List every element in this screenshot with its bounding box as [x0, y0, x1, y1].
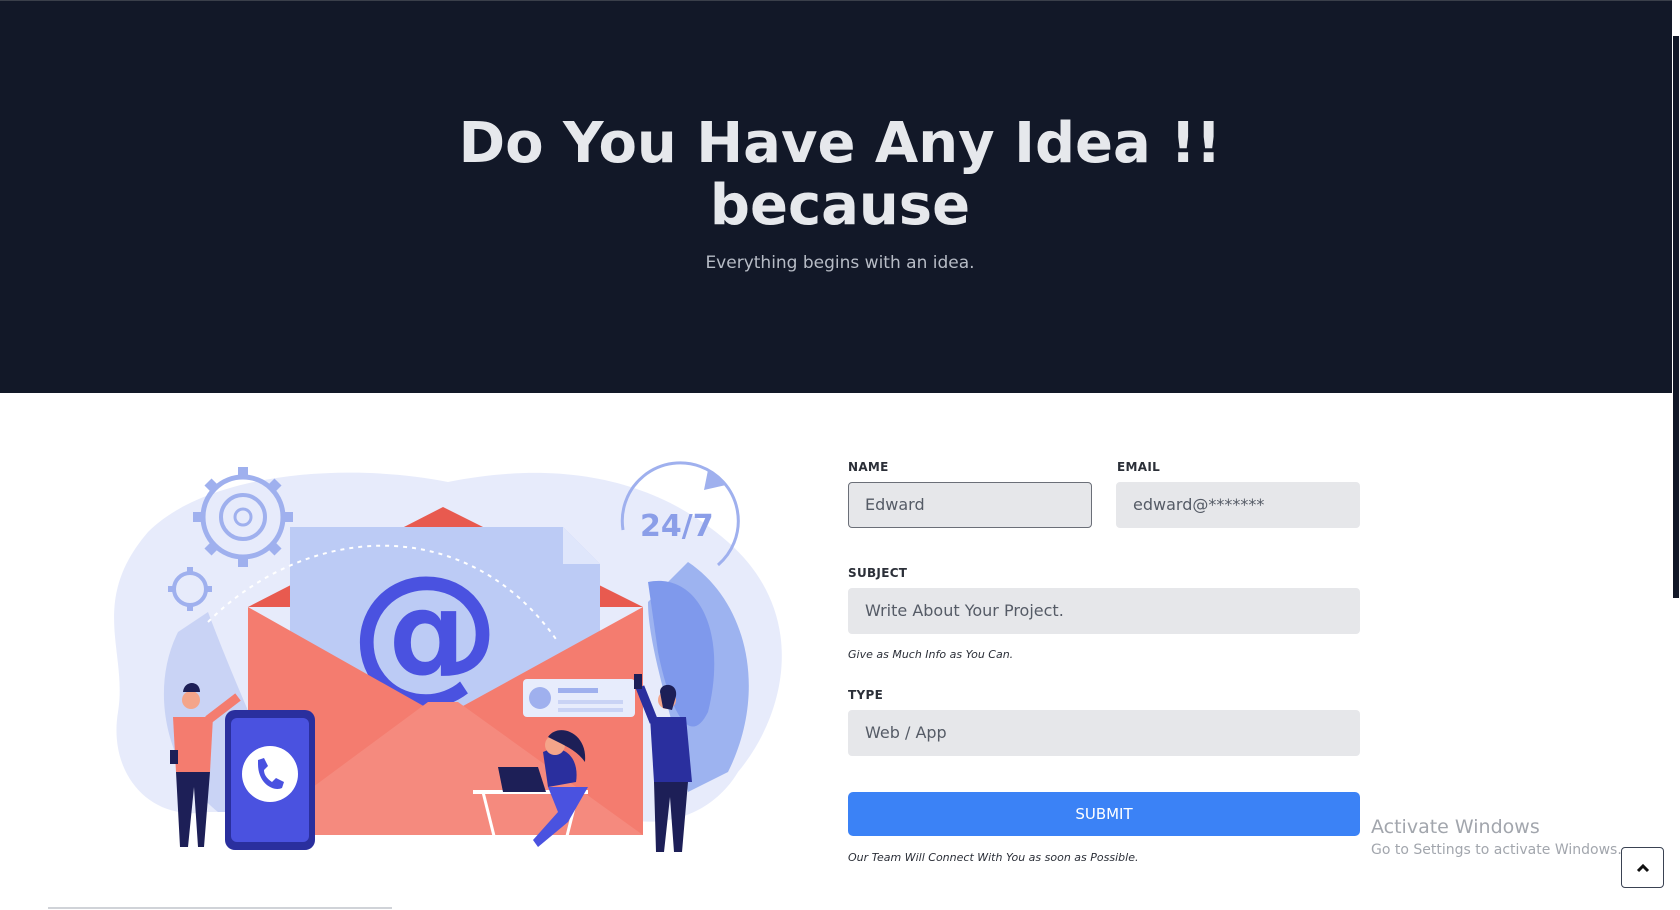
activate-windows-title: Activate Windows — [1371, 816, 1540, 838]
hero-title: Do You Have Any Idea !! because — [0, 113, 1680, 237]
bottom-divider — [48, 907, 392, 909]
activate-windows-subtitle: Go to Settings to activate Windows. — [1371, 842, 1622, 858]
subject-input[interactable]: Write About Your Project. — [848, 588, 1360, 634]
email-label: EMAIL — [1117, 460, 1161, 474]
chevron-up-icon — [1636, 863, 1649, 872]
hero-title-line1: Do You Have Any Idea !! — [458, 111, 1222, 176]
hero-section: Do You Have Any Idea !! because Everythi… — [0, 0, 1672, 393]
profile-card-icon — [523, 679, 635, 717]
subject-hint: Give as Much Info as You Can. — [848, 648, 1014, 661]
back-to-top-button[interactable] — [1621, 847, 1664, 888]
type-input[interactable]: Web / App — [848, 710, 1360, 756]
badge-text: 24/7 — [640, 509, 714, 544]
subject-label: SUBJECT — [848, 566, 908, 580]
name-label: NAME — [848, 460, 889, 474]
footer-note: Our Team Will Connect With You as soon a… — [848, 851, 1139, 864]
email-input[interactable]: edward@******* — [1116, 482, 1360, 528]
contact-illustration: 24/7 @ — [114, 461, 782, 853]
page: Do You Have Any Idea !! because Everythi… — [0, 0, 1680, 910]
name-input[interactable]: Edward — [848, 482, 1092, 528]
submit-button[interactable]: SUBMIT — [848, 792, 1360, 836]
hero-subtitle: Everything begins with an idea. — [705, 253, 975, 273]
type-label: TYPE — [848, 688, 884, 702]
hero-title-line2: because — [709, 173, 971, 238]
scrollbar-thumb[interactable] — [1673, 36, 1679, 598]
phone-icon — [225, 710, 315, 850]
